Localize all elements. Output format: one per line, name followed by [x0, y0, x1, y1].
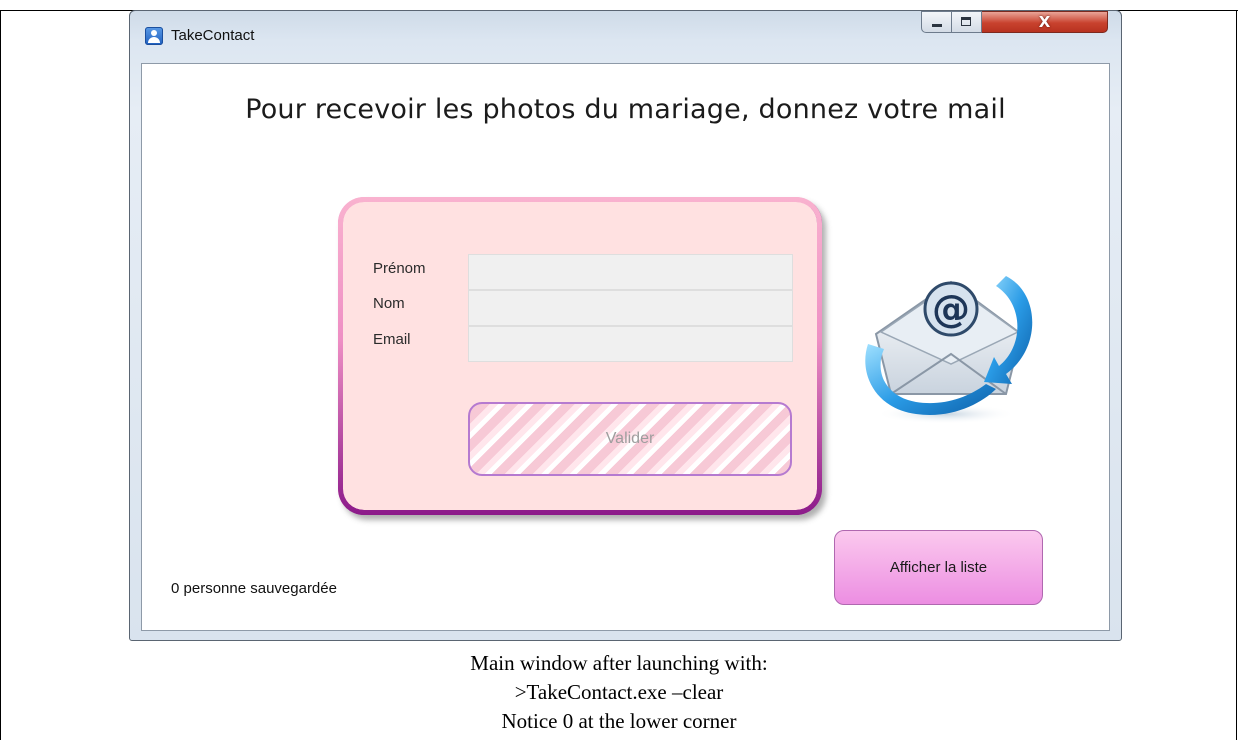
client-area: Pour recevoir les photos du mariage, don…: [141, 63, 1110, 631]
show-list-button[interactable]: Afficher la liste: [834, 530, 1043, 605]
minimize-icon: [932, 24, 942, 27]
contact-form-card: Prénom Nom Email Valider: [338, 197, 822, 515]
caption-line-3: Notice 0 at the lower corner: [501, 709, 737, 733]
email-input[interactable]: [468, 326, 793, 362]
maximize-icon: [961, 17, 971, 26]
maximize-button[interactable]: [952, 11, 982, 33]
svg-text:@: @: [932, 287, 970, 331]
minimize-button[interactable]: [921, 11, 952, 33]
close-icon: X: [1038, 13, 1051, 31]
lastname-input[interactable]: [468, 290, 793, 326]
caption-line-2: >TakeContact.exe –clear: [514, 680, 724, 704]
validate-button[interactable]: Valider: [468, 402, 792, 476]
email-at-envelope-icon: @: [865, 276, 1033, 424]
app-window: TakeContact X Pour recevoir les photos d…: [129, 10, 1122, 641]
firstname-input[interactable]: [468, 254, 793, 290]
window-title: TakeContact: [171, 27, 255, 44]
title-bar[interactable]: TakeContact X: [130, 11, 1121, 63]
firstname-label: Prénom: [373, 260, 426, 277]
close-button[interactable]: X: [982, 11, 1108, 33]
lastname-label: Nom: [373, 295, 405, 312]
caption-line-1: Main window after launching with:: [470, 651, 768, 675]
saved-count-status: 0 personne sauvegardée: [171, 580, 337, 597]
email-label: Email: [373, 331, 411, 348]
page-heading: Pour recevoir les photos du mariage, don…: [245, 94, 1006, 125]
app-contact-icon: [145, 27, 163, 45]
